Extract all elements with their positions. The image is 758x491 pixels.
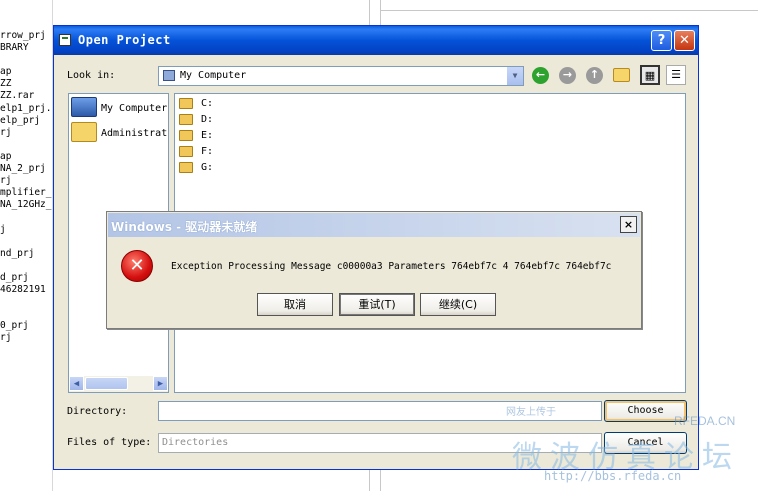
computer-icon	[163, 70, 175, 81]
scroll-right-icon[interactable]: ▶	[153, 376, 168, 391]
list-view-icon[interactable]: ▦	[640, 65, 660, 85]
background-list-item: d_prj	[0, 271, 29, 283]
help-button[interactable]: ?	[651, 30, 672, 51]
background-list-item: rj	[0, 332, 12, 344]
forward-icon[interactable]: →	[559, 67, 576, 84]
background-list-item: NA_12GHz_	[0, 199, 52, 211]
close-icon[interactable]: ×	[620, 216, 637, 233]
background-list-item	[0, 54, 52, 66]
background-list-item: elp1_prj.	[0, 102, 52, 114]
background-divider	[380, 10, 758, 11]
background-list-item: 46282191	[0, 283, 46, 295]
background-list-item: rj	[0, 175, 12, 187]
cancel-button[interactable]: 取消	[257, 293, 333, 316]
directory-label: Directory:	[67, 406, 128, 417]
background-list-item: ap	[0, 150, 12, 162]
background-list-item: ZZ.rar	[0, 90, 35, 102]
details-view-icon[interactable]: ☰	[666, 65, 686, 85]
continue-button[interactable]: 继续(C)	[420, 293, 496, 316]
folder-icon	[179, 146, 193, 157]
place-label: My Computer	[101, 103, 168, 114]
background-list-item	[0, 211, 52, 223]
files-of-type-label: Files of type:	[67, 437, 152, 448]
drive-label: F:	[201, 146, 214, 157]
cancel-button[interactable]: Cancel	[604, 432, 687, 454]
background-list-item: rj	[0, 126, 12, 138]
drive-label: C:	[201, 98, 214, 109]
background-list-item	[0, 308, 52, 320]
folder-icon	[179, 114, 193, 125]
background-list-item	[0, 139, 52, 151]
error-title: Windows - 驱动器未就绪	[111, 220, 258, 234]
background-list-item	[0, 260, 52, 272]
background-list-item	[0, 236, 52, 248]
background-list-item: BRARY	[0, 42, 29, 54]
dialog-title: Open Project	[78, 33, 171, 47]
up-folder-icon[interactable]: ↑	[586, 67, 603, 84]
places-horizontal-scrollbar[interactable]: ◀ ▶	[69, 376, 168, 392]
retry-button[interactable]: 重试(T)	[339, 293, 415, 316]
background-list-item: 0_prj	[0, 320, 29, 332]
directory-input[interactable]	[158, 401, 602, 421]
look-in-label: Look in:	[67, 70, 116, 81]
back-icon[interactable]: ←	[532, 67, 549, 84]
background-list-item: ap	[0, 66, 12, 78]
drive-label: D:	[201, 114, 214, 125]
look-in-dropdown[interactable]: My Computer ▼	[158, 66, 524, 86]
error-message: Exception Processing Message c00000a3 Pa…	[171, 261, 612, 272]
background-list-item: elp_prj	[0, 114, 41, 126]
close-button[interactable]: ✕	[674, 30, 695, 51]
chevron-down-icon[interactable]: ▼	[506, 67, 523, 85]
app-icon	[59, 34, 71, 46]
folder-icon	[179, 130, 193, 141]
background-list-item: ZZ	[0, 78, 12, 90]
background-list-item: rrow_prj	[0, 30, 46, 41]
files-of-type-field[interactable]: Directories	[158, 433, 602, 453]
scroll-thumb[interactable]	[85, 377, 128, 390]
watermark-url: http://bbs.rfeda.cn	[544, 469, 682, 483]
place-label: Administrat	[101, 128, 168, 139]
dialog-titlebar[interactable]: Open Project ? ✕	[54, 26, 698, 55]
drive-label: G:	[201, 162, 214, 173]
background-list-item: j	[0, 223, 6, 235]
folder-icon	[179, 162, 193, 173]
error-dialog: Windows - 驱动器未就绪 × ✕ Exception Processin…	[106, 211, 642, 329]
error-icon: ✕	[121, 250, 153, 282]
look-in-value: My Computer	[180, 70, 247, 81]
background-list-item	[0, 296, 52, 308]
folder-icon	[71, 122, 97, 142]
background-list-item: NA_2_prj	[0, 163, 46, 175]
folder-icon	[179, 98, 193, 109]
background-file-list: rrow_prj BRARY ap ZZ ZZ.rar elp1_prj. elp_prj r…	[0, 30, 52, 344]
new-folder-icon[interactable]	[613, 68, 630, 82]
computer-icon	[71, 97, 97, 117]
choose-button[interactable]: Choose	[604, 400, 687, 422]
error-titlebar[interactable]: Windows - 驱动器未就绪 ×	[108, 213, 640, 237]
scroll-left-icon[interactable]: ◀	[69, 376, 84, 391]
background-list-item: nd_prj	[0, 247, 35, 259]
background-list-item: mplifier_	[0, 187, 52, 199]
drive-label: E:	[201, 130, 214, 141]
